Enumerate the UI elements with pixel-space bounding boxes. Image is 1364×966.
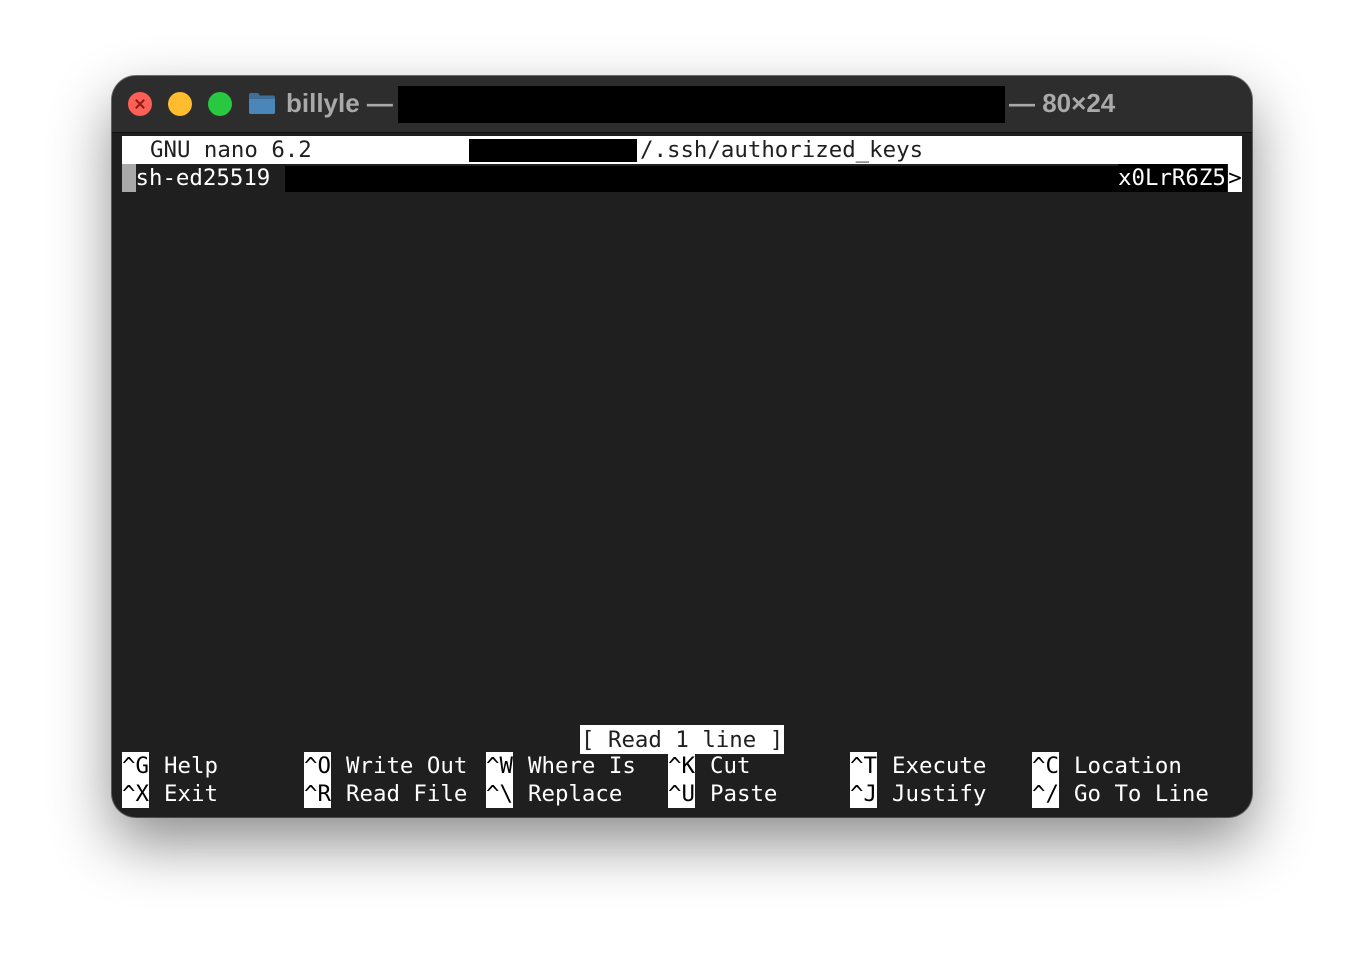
close-button[interactable] <box>128 92 152 116</box>
shortcut-label-read-file[interactable]: Read File <box>346 780 467 808</box>
shortcut-key-where-is[interactable]: ^W <box>486 752 513 780</box>
redacted-block <box>285 166 1118 192</box>
shortcut-label-write-out[interactable]: Write Out <box>346 752 467 780</box>
shortcut-label-execute[interactable]: Execute <box>892 752 986 780</box>
shortcut-key-write-out[interactable]: ^O <box>304 752 331 780</box>
shortcut-key-location[interactable]: ^C <box>1032 752 1059 780</box>
status-message: [ Read 1 line ] <box>580 725 785 754</box>
shortcut-label-cut[interactable]: Cut <box>710 752 750 780</box>
shortcut-label-replace[interactable]: Replace <box>528 780 622 808</box>
shortcut-label-go-to-line[interactable]: Go To Line <box>1074 780 1209 808</box>
shortcut-key-go-to-line[interactable]: ^/ <box>1032 780 1059 808</box>
shortcut-row-1: ^G Help ^O Write Out ^W Where Is ^K Cut … <box>122 752 1242 780</box>
zoom-button[interactable] <box>208 92 232 116</box>
window-title-prefix: billyle — <box>286 88 393 118</box>
shortcut-key-justify[interactable]: ^J <box>850 780 877 808</box>
title-bar[interactable]: billyle — — 80×24 <box>112 76 1252 133</box>
key-tail-container: x0LrR6Z5 <box>1118 164 1227 192</box>
shortcut-row-2: ^X Exit ^R Read File ^\ Replace ^U Paste… <box>122 780 1242 808</box>
key-tail-text: x0LrR6Z5 <box>1118 165 1226 191</box>
shortcut-key-replace[interactable]: ^\ <box>486 780 513 808</box>
shortcut-key-read-file[interactable]: ^R <box>304 780 331 808</box>
shortcut-label-help[interactable]: Help <box>164 752 218 780</box>
shortcut-label-justify[interactable]: Justify <box>892 780 986 808</box>
editor-line[interactable]: ssh-ed25519 x0LrR6Z5 > <box>122 164 1242 192</box>
window-size-label: — 80×24 <box>1009 88 1116 118</box>
nano-header-bar: GNU nano 6.2 /.ssh/authorized_keys <box>122 136 1242 164</box>
minimize-button[interactable] <box>168 92 192 116</box>
shortcut-label-paste[interactable]: Paste <box>710 780 777 808</box>
redacted-block <box>398 86 1005 123</box>
text-cursor <box>122 164 136 192</box>
shortcut-label-where-is[interactable]: Where Is <box>528 752 636 780</box>
shortcut-key-cut[interactable]: ^K <box>668 752 695 780</box>
nano-version: GNU nano 6.2 <box>150 137 312 163</box>
shortcut-label-exit[interactable]: Exit <box>164 780 218 808</box>
shortcut-key-exit[interactable]: ^X <box>122 780 149 808</box>
shortcut-label-location[interactable]: Location <box>1074 752 1182 780</box>
file-path: /.ssh/authorized_keys <box>640 137 924 163</box>
terminal-window: billyle — — 80×24 GNU nano 6.2 /.ssh/aut… <box>112 76 1252 817</box>
status-text: [ Read 1 line ] <box>581 727 784 753</box>
folder-icon <box>249 93 275 114</box>
line-continues-indicator: > <box>1228 164 1242 192</box>
terminal-content[interactable]: GNU nano 6.2 /.ssh/authorized_keys ssh-e… <box>122 136 1242 808</box>
redacted-block <box>469 139 637 162</box>
shortcut-key-help[interactable]: ^G <box>122 752 149 780</box>
shortcut-key-execute[interactable]: ^T <box>850 752 877 780</box>
shortcut-key-paste[interactable]: ^U <box>668 780 695 808</box>
key-type-text: ssh-ed25519 <box>122 165 271 191</box>
